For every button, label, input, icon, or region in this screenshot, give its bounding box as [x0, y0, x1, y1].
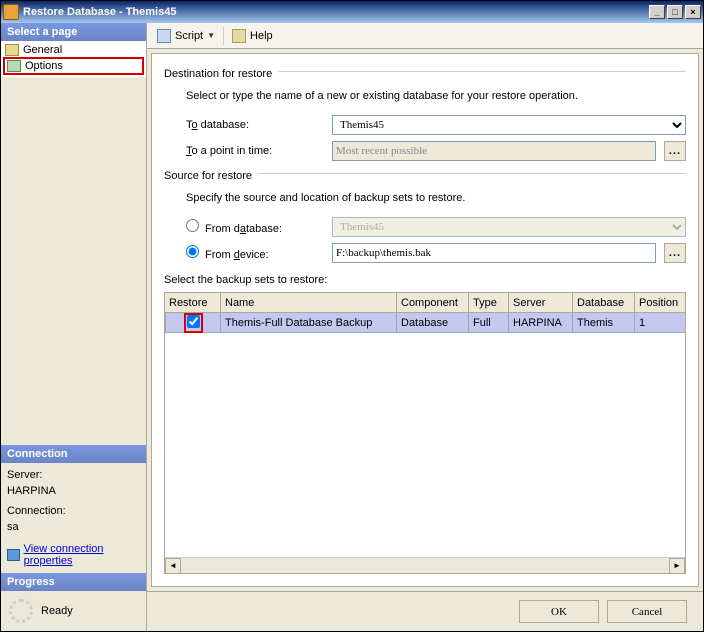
dialog-footer: OK Cancel	[147, 591, 703, 631]
connection-label: Connection:	[7, 505, 140, 517]
connection-header: Connection	[1, 445, 146, 463]
ok-button[interactable]: OK	[519, 600, 599, 623]
progress-status: Ready	[41, 605, 73, 617]
window-title: Restore Database - Themis45	[23, 6, 649, 18]
col-server[interactable]: Server	[509, 293, 573, 312]
page-icon	[7, 60, 21, 72]
from-database-radio[interactable]	[186, 219, 199, 232]
restore-database-dialog: Restore Database - Themis45 _ □ × Select…	[0, 0, 704, 632]
script-icon	[157, 29, 171, 43]
sidebar-item-options[interactable]: Options	[3, 57, 144, 75]
col-database[interactable]: Database	[573, 293, 635, 312]
to-database-select[interactable]: Themis45	[332, 115, 686, 135]
sidebar: Select a page General Options Connection…	[1, 23, 147, 631]
scroll-left-icon[interactable]: ◄	[165, 558, 181, 574]
progress-spinner-icon	[9, 599, 33, 623]
horizontal-scrollbar[interactable]: ◄ ►	[165, 557, 685, 573]
to-database-label: To database:	[186, 119, 324, 131]
restore-checkbox-cell[interactable]	[165, 313, 221, 333]
script-label: Script	[175, 30, 203, 42]
from-database-radio-label[interactable]: From database:	[186, 219, 324, 235]
select-page-header: Select a page	[1, 23, 146, 41]
cell-position: 1	[635, 313, 685, 333]
server-value: HARPINA	[7, 485, 140, 497]
cell-name: Themis-Full Database Backup	[221, 313, 397, 333]
page-label: Options	[25, 60, 63, 72]
properties-icon	[7, 549, 20, 561]
close-button[interactable]: ×	[685, 5, 701, 19]
col-type[interactable]: Type	[469, 293, 509, 312]
source-description: Specify the source and location of backu…	[164, 192, 686, 214]
sidebar-item-general[interactable]: General	[3, 43, 144, 57]
from-device-radio-label[interactable]: From device:	[186, 245, 324, 261]
cell-component: Database	[397, 313, 469, 333]
from-device-radio[interactable]	[186, 245, 199, 258]
page-list-panel: General Options	[1, 41, 146, 77]
source-header: Source for restore	[164, 170, 252, 184]
destination-description: Select or type the name of a new or exis…	[164, 90, 686, 112]
device-browse-button[interactable]: ...	[664, 243, 686, 263]
link-text: View connection properties	[24, 543, 140, 567]
help-icon	[232, 29, 246, 43]
window-buttons: _ □ ×	[649, 5, 701, 19]
help-label: Help	[250, 30, 273, 42]
script-button[interactable]: Script ▼	[153, 27, 219, 45]
to-point-input	[332, 141, 656, 161]
col-name[interactable]: Name	[221, 293, 397, 312]
scroll-right-icon[interactable]: ►	[669, 558, 685, 574]
cell-database: Themis	[573, 313, 635, 333]
server-label: Server:	[7, 469, 140, 481]
col-component[interactable]: Component	[397, 293, 469, 312]
table-row[interactable]: Themis-Full Database Backup Database Ful…	[165, 313, 685, 333]
titlebar[interactable]: Restore Database - Themis45 _ □ ×	[1, 1, 703, 23]
page-label: General	[23, 44, 62, 56]
connection-value: sa	[7, 521, 140, 533]
dropdown-arrow-icon: ▼	[207, 31, 215, 40]
view-connection-properties-link[interactable]: View connection properties	[7, 543, 140, 567]
maximize-button[interactable]: □	[667, 5, 683, 19]
col-position[interactable]: Position	[635, 293, 685, 312]
backup-sets-label: Select the backup sets to restore:	[164, 266, 686, 288]
content-area: Destination for restore Select or type t…	[151, 53, 699, 587]
main-panel: Script ▼ Help Destination for restore Se…	[147, 23, 703, 631]
from-device-input[interactable]	[332, 243, 656, 263]
point-in-time-browse-button[interactable]: ...	[664, 141, 686, 161]
cell-server: HARPINA	[509, 313, 573, 333]
backup-sets-grid[interactable]: Restore Name Component Type Server Datab…	[164, 292, 686, 574]
from-database-select: Themis45	[332, 217, 686, 237]
destination-header: Destination for restore	[164, 68, 272, 82]
minimize-button[interactable]: _	[649, 5, 665, 19]
progress-panel: Ready	[1, 591, 146, 631]
restore-checkbox[interactable]	[187, 315, 200, 328]
toolbar: Script ▼ Help	[147, 23, 703, 49]
col-restore[interactable]: Restore	[165, 293, 221, 312]
database-icon	[3, 4, 19, 20]
progress-header: Progress	[1, 573, 146, 591]
to-point-label: To a point in time:	[186, 145, 324, 157]
grid-header: Restore Name Component Type Server Datab…	[165, 293, 685, 313]
cell-type: Full	[469, 313, 509, 333]
cancel-button[interactable]: Cancel	[607, 600, 687, 623]
page-icon	[5, 44, 19, 56]
dialog-body: Select a page General Options Connection…	[1, 23, 703, 631]
connection-panel: Server: HARPINA Connection: sa View conn…	[1, 463, 146, 573]
help-button[interactable]: Help	[228, 27, 277, 45]
